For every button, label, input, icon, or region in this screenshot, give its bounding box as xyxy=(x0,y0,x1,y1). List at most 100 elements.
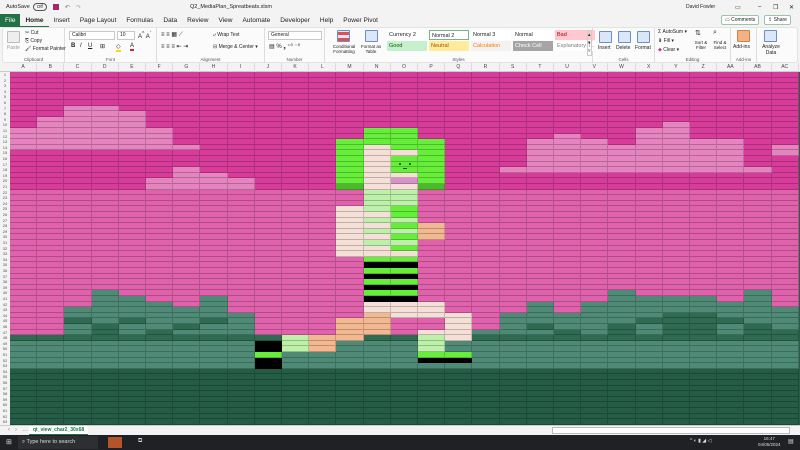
bold-icon[interactable]: B xyxy=(71,43,75,49)
cell-style-calculation[interactable]: Calculation xyxy=(471,41,511,51)
cell[interactable] xyxy=(690,419,718,425)
addins-icon[interactable] xyxy=(737,30,750,42)
cell-style-good[interactable]: Good xyxy=(387,41,427,51)
column-header[interactable]: C xyxy=(64,63,92,72)
cell[interactable] xyxy=(363,419,391,425)
cell[interactable] xyxy=(581,419,609,425)
format-painter-button[interactable]: 🖌 Format Painter xyxy=(25,46,66,52)
format-button[interactable]: Format xyxy=(635,45,651,51)
copy-button[interactable]: ⎘ Copy xyxy=(25,38,42,44)
fill-button[interactable]: ⬇ Fill ▾ xyxy=(658,38,674,44)
sheet-nav-prev-icon[interactable]: ‹ xyxy=(8,427,10,433)
insert-button[interactable]: Insert xyxy=(598,45,611,51)
font-name-select[interactable]: Calibri xyxy=(69,31,115,40)
cell[interactable] xyxy=(200,419,228,425)
number-format-select[interactable]: General xyxy=(268,31,322,40)
comments-button[interactable]: ▭ Comments xyxy=(721,15,760,25)
column-header[interactable]: K xyxy=(282,63,310,72)
merge-center-button[interactable]: ⊟ Merge & Center ▾ xyxy=(213,44,258,50)
column-header[interactable]: AA xyxy=(717,63,745,72)
cell-style-normal-2[interactable]: Normal 2 xyxy=(429,30,469,40)
column-header[interactable]: S xyxy=(500,63,527,72)
cell[interactable] xyxy=(173,419,201,425)
ribbon-display-icon[interactable]: ▭ xyxy=(735,4,741,11)
column-header[interactable]: P xyxy=(418,63,446,72)
column-header[interactable]: B xyxy=(37,63,65,72)
save-icon[interactable] xyxy=(52,4,59,10)
tab-home[interactable]: Home xyxy=(20,14,49,27)
sheet-tab-active[interactable]: qt_view_char2_30x68 xyxy=(29,426,89,435)
horizontal-scrollbar[interactable] xyxy=(552,427,790,434)
cell[interactable] xyxy=(635,419,663,425)
column-header[interactable]: R xyxy=(472,63,500,72)
align-horizontal-icons[interactable]: ≡ ≡ ≡ ⇤ ⇥ xyxy=(161,43,188,50)
column-header[interactable]: AB xyxy=(744,63,772,72)
column-header[interactable]: Z xyxy=(690,63,718,72)
delete-button[interactable]: Delete xyxy=(616,45,630,51)
number-format-icons[interactable]: ▤ % ❟ ⁺⁰ ⁻⁰ xyxy=(269,43,300,51)
cell-style-normal[interactable]: Normal xyxy=(513,30,553,40)
font-color-icon[interactable]: A xyxy=(130,43,135,51)
font-size-select[interactable]: 10 xyxy=(117,31,135,40)
cell[interactable] xyxy=(336,419,364,425)
cell-style-currency-2[interactable]: Currency 2 xyxy=(387,30,427,40)
cell-style-check-cell[interactable]: Check Cell xyxy=(513,41,553,51)
cell[interactable] xyxy=(227,419,255,425)
column-header[interactable]: T xyxy=(527,63,554,72)
tab-data[interactable]: Data xyxy=(158,14,182,27)
cell[interactable] xyxy=(744,419,772,425)
clock[interactable]: 16:47 04/05/2024 xyxy=(758,436,781,448)
wrap-text-button[interactable]: ⤶ Wrap Text xyxy=(213,32,240,38)
analyze-data-icon[interactable] xyxy=(764,30,777,42)
tab-view[interactable]: View xyxy=(213,14,237,27)
cell[interactable] xyxy=(717,419,745,425)
cell[interactable] xyxy=(662,419,690,425)
tab-insert[interactable]: Insert xyxy=(49,14,75,27)
sheet-nav-more-icon[interactable]: … xyxy=(22,427,28,433)
analyze-data-button[interactable]: Analyze Data xyxy=(759,44,783,56)
cell[interactable] xyxy=(390,419,418,425)
align-top-icons[interactable]: ≡ ≡ ▦ ⟋ xyxy=(161,31,183,39)
cell[interactable] xyxy=(771,419,799,425)
cell[interactable] xyxy=(418,419,446,425)
column-header[interactable]: Y xyxy=(663,63,690,72)
grow-font-icon[interactable]: A^ Aˇ xyxy=(138,31,151,40)
maximize-icon[interactable]: ❐ xyxy=(773,4,778,11)
tab-formulas[interactable]: Formulas xyxy=(121,14,158,27)
column-header[interactable]: J xyxy=(255,63,282,72)
cell[interactable] xyxy=(445,419,473,425)
taskbar-search[interactable]: ⌕ Type here to search xyxy=(18,436,98,449)
delete-cells-icon[interactable] xyxy=(618,31,631,43)
windows-start-icon[interactable]: ⊞ xyxy=(6,438,12,446)
cut-button[interactable]: ✂ Cut xyxy=(25,30,38,36)
notification-icon[interactable]: ▤ xyxy=(788,438,794,445)
cell[interactable] xyxy=(608,419,636,425)
tab-power-pivot[interactable]: Power Pivot xyxy=(338,14,383,27)
column-header[interactable]: AC xyxy=(772,63,799,72)
tab-review[interactable]: Review xyxy=(182,14,213,27)
gallery-scroll-icon[interactable]: ▴ ▾ ▿ xyxy=(587,30,592,56)
sort-filter-button[interactable]: Sort & Filter xyxy=(691,40,711,50)
tab-developer[interactable]: Developer xyxy=(275,14,315,27)
cell[interactable] xyxy=(254,419,282,425)
column-header[interactable]: M xyxy=(336,63,364,72)
cell[interactable] xyxy=(526,419,554,425)
cell-style-normal-3[interactable]: Normal 3 xyxy=(471,30,511,40)
column-header[interactable]: G xyxy=(173,63,201,72)
column-header[interactable]: H xyxy=(200,63,228,72)
tab-file[interactable]: File xyxy=(0,14,21,27)
cell-style-neutral[interactable]: Neutral xyxy=(429,41,469,51)
minimize-icon[interactable]: – xyxy=(758,4,761,10)
cell[interactable] xyxy=(499,419,527,425)
close-icon[interactable]: ✕ xyxy=(789,4,794,11)
column-header[interactable]: V xyxy=(581,63,609,72)
system-tray-icons[interactable]: ^ ◐ ▮ ◢ ◁ xyxy=(690,438,711,444)
column-header[interactable]: O xyxy=(391,63,418,72)
column-header[interactable]: U xyxy=(554,63,582,72)
cell[interactable] xyxy=(118,419,146,425)
tab-page-layout[interactable]: Page Layout xyxy=(75,14,122,27)
autosum-button[interactable]: Σ AutoSum ▾ xyxy=(658,29,687,35)
cell[interactable] xyxy=(37,419,65,425)
cell-grid[interactable] xyxy=(10,72,800,425)
conditional-formatting-icon[interactable] xyxy=(337,30,350,42)
